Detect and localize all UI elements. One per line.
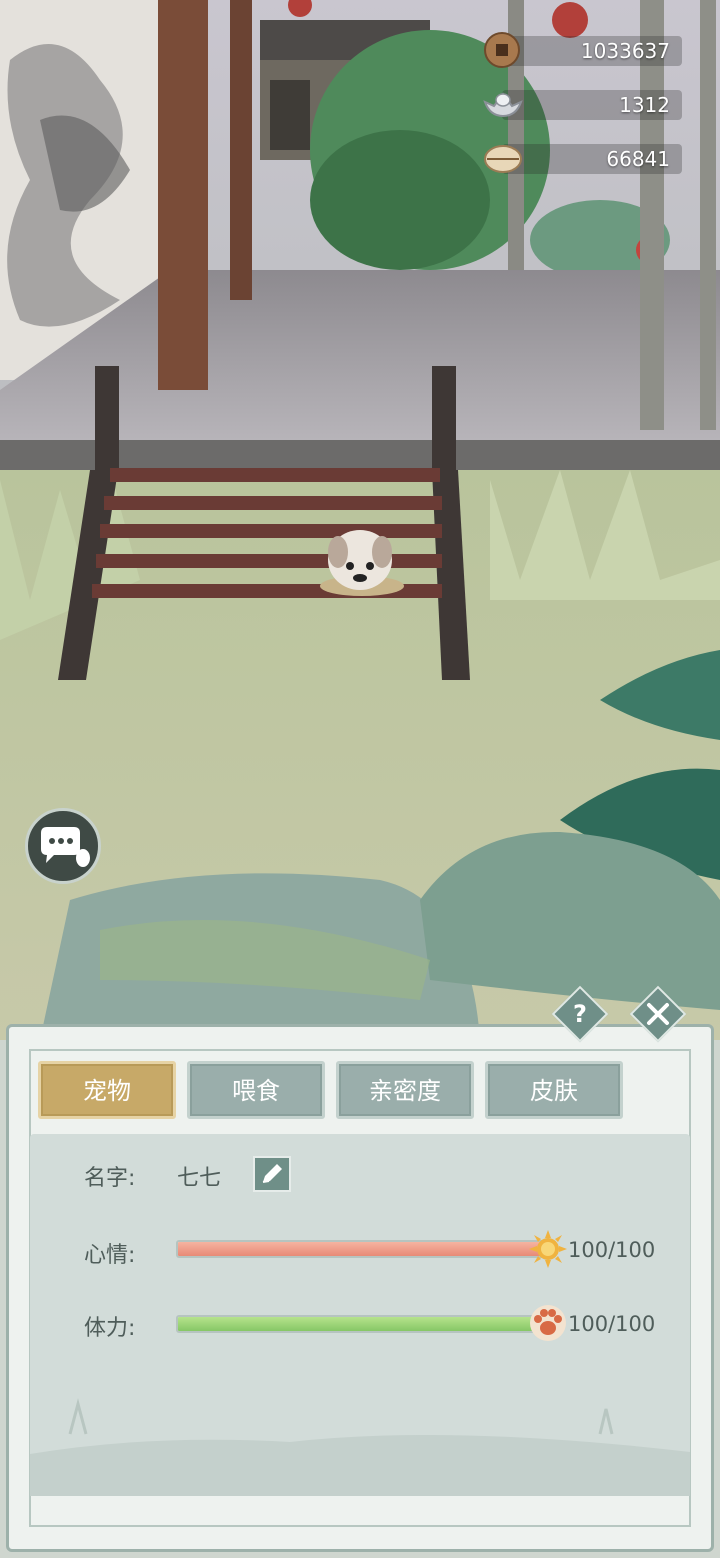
sun-icon [529, 1230, 567, 1268]
copper-coin-icon [484, 32, 520, 68]
shell-value: 66841 [606, 147, 670, 171]
stamina-label: 体力: [84, 1316, 136, 1341]
mood-value: 100/100 [568, 1238, 656, 1262]
chat-bubble-icon [41, 827, 90, 867]
name-label: 名字: [84, 1166, 136, 1191]
mood-label: 心情: [84, 1243, 136, 1268]
game-scene: 1033637 1312 66841 [0, 0, 720, 1040]
mood-bar [176, 1240, 556, 1258]
tab-intimacy-label: 亲密度 [369, 1077, 441, 1105]
mood-bar-fill [178, 1242, 554, 1256]
tab-skin[interactable]: 皮肤 [485, 1061, 623, 1119]
shell-counter: 66841 [482, 138, 682, 178]
tab-pet-label: 宠物 [83, 1077, 131, 1105]
tab-intimacy[interactable]: 亲密度 [336, 1061, 474, 1119]
stamina-bar [176, 1315, 556, 1333]
pet-name: 七七 [177, 1166, 222, 1191]
chat-button[interactable] [25, 808, 101, 884]
silver-ingot-icon [483, 92, 523, 118]
copper-coin-counter: 1033637 [482, 30, 682, 70]
stamina-bar-fill [178, 1317, 554, 1331]
copper-coin-value: 1033637 [580, 39, 670, 63]
pencil-icon [262, 1164, 282, 1183]
shell-icon [484, 145, 522, 173]
stamina-value: 100/100 [568, 1312, 656, 1336]
edit-name-button[interactable] [253, 1156, 291, 1192]
close-icon [647, 1003, 669, 1025]
paw-icon [530, 1305, 566, 1341]
tab-feed[interactable]: 喂食 [187, 1061, 325, 1119]
tab-skin-label: 皮肤 [530, 1077, 578, 1105]
silver-ingot-counter: 1312 [482, 84, 682, 124]
tab-feed-label: 喂食 [232, 1077, 280, 1105]
silver-ingot-value: 1312 [619, 93, 670, 117]
tab-pet[interactable]: 宠物 [38, 1061, 176, 1119]
help-label: ? [573, 1000, 587, 1028]
